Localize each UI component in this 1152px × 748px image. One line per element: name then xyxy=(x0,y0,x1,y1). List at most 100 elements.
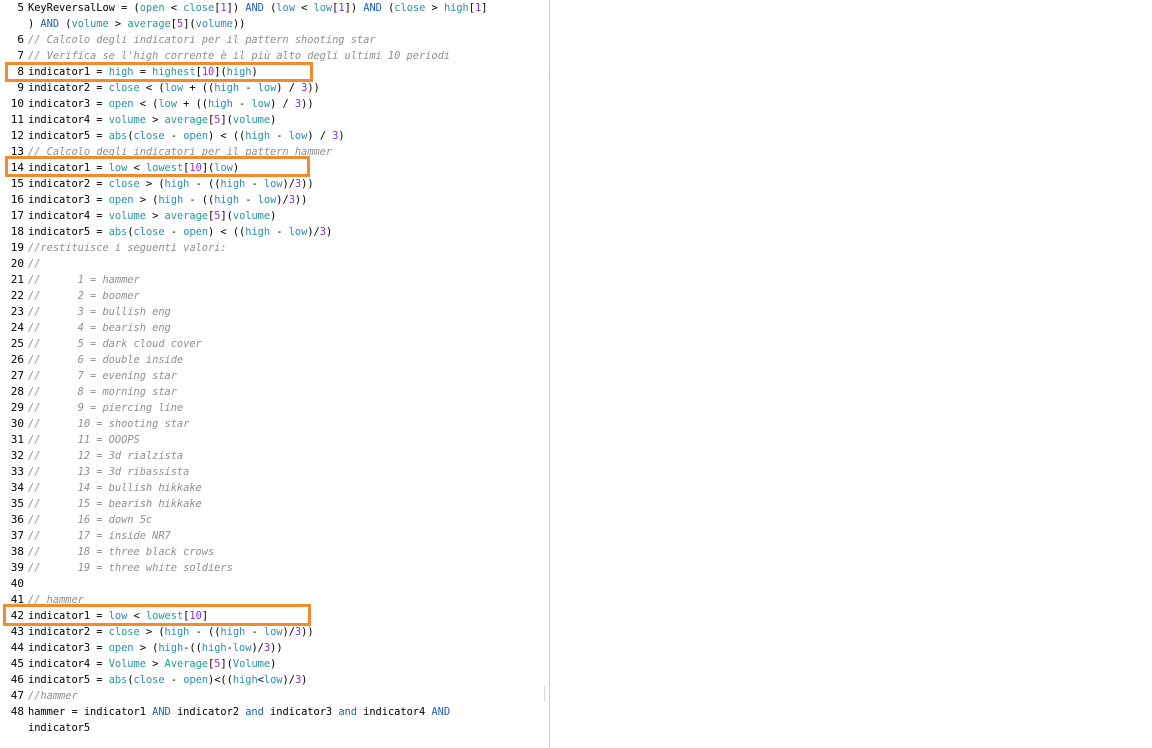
code-token: - (( xyxy=(189,178,221,190)
line-text: indicator4 = Volume > Average[5](Volume) xyxy=(28,656,276,672)
highlight-box-line-14 xyxy=(5,156,310,177)
line-text: indicator5 = abs(close - open) < ((high … xyxy=(28,128,345,144)
code-token: - xyxy=(239,194,258,206)
code-token: > xyxy=(145,210,165,222)
code-line[interactable]: 47 //hammer xyxy=(0,688,549,704)
code-token: - xyxy=(239,82,258,94)
code-token: > xyxy=(425,2,444,14)
code-line[interactable]: 23 // 3 = bullish eng xyxy=(0,304,549,320)
code-line[interactable]: 27 // 7 = evening star xyxy=(0,368,549,384)
code-token: ) xyxy=(325,226,333,238)
code-token: low xyxy=(257,82,277,94)
code-token: close xyxy=(108,178,140,190)
code-line[interactable]: 34 // 14 = bullish hikkake xyxy=(0,480,549,496)
code-token: - xyxy=(164,130,184,142)
code-token: high xyxy=(164,626,190,638)
code-line[interactable]: 6 // Calcolo degli indicatori per il patt… xyxy=(0,32,549,48)
code-line[interactable]: 21 // 1 = hammer xyxy=(0,272,549,288)
code-line[interactable]: 48 hammer = indicator1 AND indicator2 and… xyxy=(0,704,549,720)
code-token: ) xyxy=(28,18,41,30)
line-text: // 1 = hammer xyxy=(28,272,140,288)
code-line[interactable] xyxy=(0,736,549,748)
code-token: indicator3 = xyxy=(28,194,109,206)
code-line[interactable]: 28 // 8 = morning star xyxy=(0,384,549,400)
code-line[interactable]: 10 indicator3 = open < (low + ((high - lo… xyxy=(0,96,549,112)
line-number: 26 xyxy=(10,353,24,366)
code-line[interactable]: indicator5 xyxy=(0,720,549,736)
code-line[interactable]: 35 // 15 = bearish hikkake xyxy=(0,496,549,512)
line-text: // xyxy=(28,256,40,272)
code-token: high xyxy=(158,194,184,206)
code-line[interactable]: 15 indicator2 = close > (high - ((high - … xyxy=(0,176,549,192)
line-number: 38 xyxy=(10,545,24,558)
line-text: indicator5 = abs(close - open)<((high<lo… xyxy=(28,672,307,688)
code-token: AND xyxy=(363,2,382,14)
code-token: indicator4 xyxy=(356,706,432,718)
code-token: low xyxy=(257,194,277,206)
code-token: -(( xyxy=(183,642,202,654)
code-line[interactable]: 18 indicator5 = abs(close - open) < ((hig… xyxy=(0,224,549,240)
code-line[interactable]: 36 // 16 = down 5c xyxy=(0,512,549,528)
code-line[interactable]: 32 // 12 = 3d rialzista xyxy=(0,448,549,464)
line-number: 29 xyxy=(10,401,24,414)
code-line[interactable]: 33 // 13 = 3d ribassista xyxy=(0,464,549,480)
code-line[interactable]: 22 // 2 = boomer xyxy=(0,288,549,304)
line-number: 21 xyxy=(10,273,24,286)
code-token: - xyxy=(245,626,264,638)
code-line[interactable]: 5 KeyReversalLow = (open < close[1]) AND … xyxy=(0,0,549,16)
code-line[interactable]: 17 indicator4 = volume > average[5](volum… xyxy=(0,208,549,224)
code-line[interactable]: 12 indicator5 = abs(close - open) < ((hig… xyxy=(0,128,549,144)
line-text: // 5 = dark cloud cover xyxy=(28,336,202,352)
code-line[interactable]: 16 indicator3 = open > (high - ((high - l… xyxy=(0,192,549,208)
code-token: // 17 = inside NR7 xyxy=(28,530,171,542)
code-token: high xyxy=(201,642,227,654)
code-token: < ( xyxy=(139,82,165,94)
code-token: high xyxy=(158,642,184,654)
code-token: // 2 = boomer xyxy=(28,290,140,302)
code-token: // 3 = bullish eng xyxy=(28,306,171,318)
code-token: volume xyxy=(108,210,146,222)
code-token: )) xyxy=(301,178,314,190)
code-token: ]) xyxy=(344,2,364,14)
code-line[interactable]: 46 indicator5 = abs(close - open)<((high<… xyxy=(0,672,549,688)
code-line[interactable]: 37 // 17 = inside NR7 xyxy=(0,528,549,544)
code-token: // 16 = down 5c xyxy=(28,514,153,526)
line-text: // 3 = bullish eng xyxy=(28,304,171,320)
line-text: indicator4 = volume > average[5](volume) xyxy=(28,112,276,128)
code-line[interactable]: 11 indicator4 = volume > average[5](volum… xyxy=(0,112,549,128)
code-token: volume xyxy=(108,114,146,126)
code-token: open xyxy=(183,130,209,142)
code-token: indicator2 = xyxy=(28,178,109,190)
code-line[interactable]: 38 // 18 = three black crows xyxy=(0,544,549,560)
code-line[interactable]: 24 // 4 = bearish eng xyxy=(0,320,549,336)
code-editor[interactable]: 5 KeyReversalLow = (open < close[1]) AND … xyxy=(0,0,550,748)
editor-divider xyxy=(544,686,545,702)
code-line[interactable]: 9 indicator2 = close < (low + ((high - lo… xyxy=(0,80,549,96)
code-token: + (( xyxy=(183,82,215,94)
code-token: )/ xyxy=(307,226,320,238)
code-line[interactable]: 20 // xyxy=(0,256,549,272)
line-number: 34 xyxy=(10,481,24,494)
code-line[interactable]: 40 xyxy=(0,576,549,592)
line-number: 46 xyxy=(10,673,24,686)
code-line[interactable]: 44 indicator3 = open > (high-((high-low)/… xyxy=(0,640,549,656)
code-token: close xyxy=(133,674,165,686)
code-token: indicator3 = xyxy=(28,642,109,654)
code-line[interactable]: 19 //restituisce i seguenti valori: xyxy=(0,240,549,256)
code-token: open xyxy=(183,226,209,238)
line-number: 15 xyxy=(10,177,24,190)
code-line[interactable]: ) AND (volume > average[5](volume)) xyxy=(0,16,549,32)
code-token: indicator2 = xyxy=(28,82,109,94)
code-line[interactable]: 30 // 10 = shooting star xyxy=(0,416,549,432)
code-line[interactable]: 29 // 9 = piercing line xyxy=(0,400,549,416)
code-line[interactable]: 43 indicator2 = close > (high - ((high - … xyxy=(0,624,549,640)
code-line[interactable]: 25 // 5 = dark cloud cover xyxy=(0,336,549,352)
code-line[interactable]: 39 // 19 = three white soldiers xyxy=(0,560,549,576)
code-line[interactable]: 45 indicator4 = Volume > Average[5](Volum… xyxy=(0,656,549,672)
code-token: ) xyxy=(270,658,277,670)
line-number: 19 xyxy=(10,241,24,254)
line-text: //restituisce i seguenti valori: xyxy=(28,240,227,256)
code-token: )<(( xyxy=(208,674,233,686)
code-line[interactable]: 31 // 11 = OOOPS xyxy=(0,432,549,448)
code-line[interactable]: 26 // 6 = double inside xyxy=(0,352,549,368)
